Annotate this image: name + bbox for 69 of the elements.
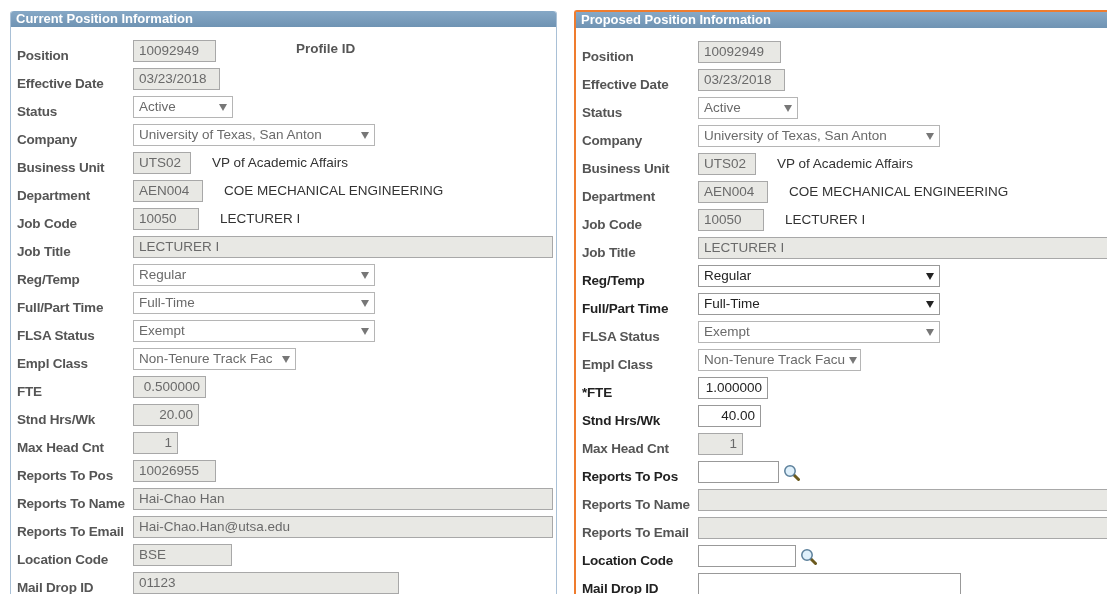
field-description: COE MECHANICAL ENGINEERING <box>789 183 1009 199</box>
field-label: Reports To Email <box>17 522 125 539</box>
field-label: Company <box>582 131 644 148</box>
field-label: Reports To Email <box>582 523 690 540</box>
caret-icon <box>784 104 792 112</box>
field-label: *FTE <box>582 383 613 400</box>
field-label: FLSA Status <box>582 327 661 344</box>
field-label: Profile ID <box>296 41 356 56</box>
field-label: Stnd Hrs/Wk <box>582 411 662 428</box>
field-label: Status <box>17 102 59 119</box>
field-label: Position <box>17 46 70 63</box>
field-label: Effective Date <box>582 75 670 92</box>
field-label: FLSA Status <box>17 326 96 343</box>
field-label: Full/Part Time <box>582 299 670 316</box>
caret-icon <box>361 327 369 335</box>
field-label: Job Code <box>582 215 643 232</box>
field-label: Max Head Cnt <box>17 438 105 455</box>
search-icon[interactable] <box>800 547 817 565</box>
caret-icon <box>361 299 369 307</box>
caret-icon <box>926 300 934 308</box>
caret-icon <box>926 328 934 336</box>
caret-icon <box>219 103 227 111</box>
search-icon[interactable] <box>783 463 800 481</box>
dropdown[interactable]: Regular <box>698 265 940 287</box>
caret-icon <box>926 272 934 280</box>
field-label: Reports To Name <box>582 495 691 512</box>
field-label: Location Code <box>582 551 675 568</box>
field-label: Department <box>17 186 91 203</box>
panel-title: Proposed Position Information <box>576 12 1107 28</box>
field-label: Location Code <box>17 550 110 567</box>
field-label: Stnd Hrs/Wk <box>17 410 97 427</box>
caret-icon <box>361 131 369 139</box>
field-description: LECTURER I <box>785 211 866 227</box>
field-description: COE MECHANICAL ENGINEERING <box>224 182 444 198</box>
input-field[interactable] <box>698 573 961 594</box>
caret-icon <box>849 356 858 364</box>
field-label: Full/Part Time <box>17 298 105 315</box>
field-description: VP of Academic Affairs <box>212 154 349 170</box>
field-label: Mail Drop ID <box>17 578 95 594</box>
field-label: Max Head Cnt <box>582 439 670 456</box>
caret-icon <box>361 271 369 279</box>
field-label: Reg/Temp <box>582 271 646 288</box>
field-label: Company <box>17 130 79 147</box>
field-label: Reports To Pos <box>17 466 114 483</box>
field-label: Reg/Temp <box>17 270 81 287</box>
field-label: Business Unit <box>17 158 106 175</box>
input-field[interactable]: 40.00 <box>698 405 761 427</box>
input-field[interactable] <box>698 545 796 567</box>
input-field[interactable] <box>698 461 779 483</box>
field-label: Status <box>582 103 624 120</box>
dropdown[interactable]: Full-Time <box>698 293 940 315</box>
field-label: Empl Class <box>582 355 654 372</box>
field-description: VP of Academic Affairs <box>777 155 914 171</box>
caret-icon <box>926 132 934 140</box>
field-label: Reports To Name <box>17 494 126 511</box>
field-label: Position <box>582 47 635 64</box>
panel-title: Current Position Information <box>11 11 556 27</box>
input-field[interactable]: 1.000000 <box>698 377 768 399</box>
field-label: FTE <box>17 382 43 399</box>
field-label: Job Title <box>17 242 72 259</box>
field-label: Effective Date <box>17 74 105 91</box>
caret-icon <box>282 355 290 363</box>
field-label: Job Code <box>17 214 78 231</box>
field-label: Business Unit <box>582 159 671 176</box>
field-label: Empl Class <box>17 354 89 371</box>
field-description: LECTURER I <box>220 210 301 226</box>
field-label: Reports To Pos <box>582 467 679 484</box>
field-label: Job Title <box>582 243 637 260</box>
field-label: Department <box>582 187 656 204</box>
